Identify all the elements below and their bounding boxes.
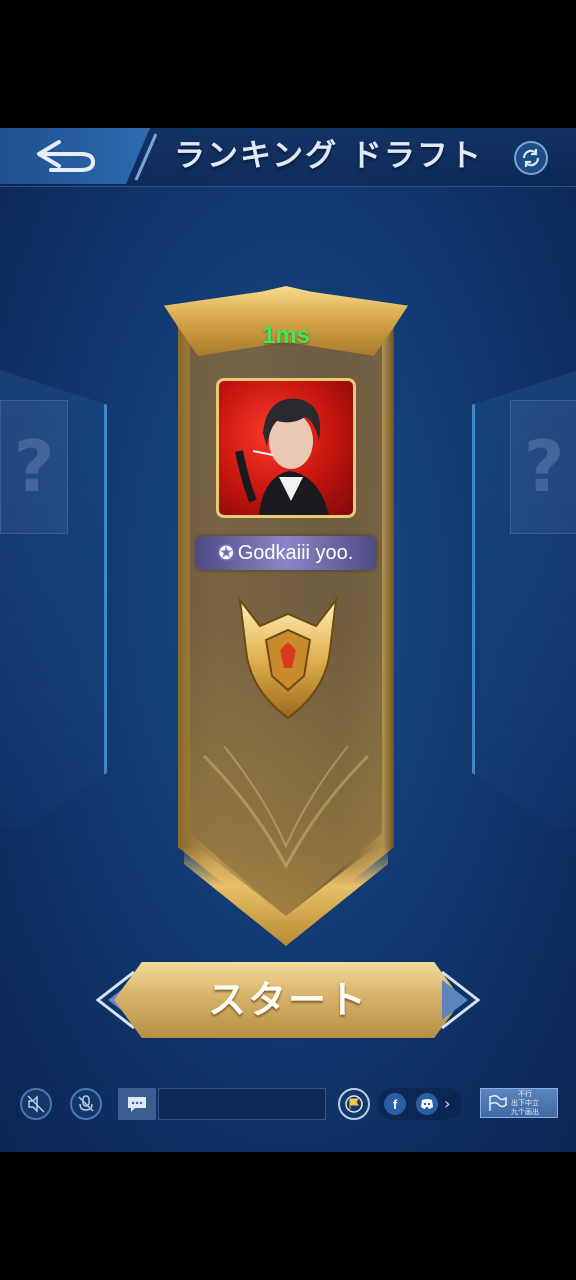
flag-icon — [489, 1094, 507, 1111]
header-divider — [134, 133, 158, 181]
start-button-label: スタート — [207, 977, 368, 1022]
chat-input[interactable] — [158, 1088, 326, 1120]
report-label: 不行 出下中立 九个画出 — [511, 1089, 539, 1116]
more-links-button[interactable]: › — [444, 1094, 450, 1113]
facebook-icon: f — [392, 1096, 398, 1112]
question-mark: ? — [13, 426, 55, 508]
refresh-button[interactable] — [514, 141, 548, 175]
flag-badge-button[interactable] — [338, 1088, 370, 1120]
refresh-icon — [522, 149, 540, 167]
player-avatar[interactable] — [216, 378, 356, 518]
speaker-toggle[interactable] — [20, 1088, 52, 1120]
rank-emblem-icon — [238, 596, 338, 720]
star-icon: ✪ — [218, 542, 234, 563]
chat-button[interactable] — [118, 1088, 156, 1120]
back-arrow-icon — [37, 140, 96, 172]
report-button[interactable]: 不行 出下中立 九个画出 — [480, 1088, 558, 1118]
social-links: f › — [378, 1088, 462, 1120]
left-empty-slot: ? — [0, 400, 68, 534]
start-button[interactable]: スタート — [94, 962, 482, 1038]
mic-muted-icon — [78, 1095, 94, 1112]
chevron-right-icon — [441, 970, 481, 1030]
right-empty-slot: ? — [510, 400, 576, 534]
speaker-muted-icon — [27, 1095, 45, 1113]
player-banner: 1ms ✪ Godkaiii yoo. — [164, 286, 408, 952]
ranked-draft-screen: ランキング ドラフト ? ? 1ms ✪ Godkaiii yoo. スタート … — [0, 128, 576, 1152]
banner-ornament — [202, 746, 370, 870]
header-bar: ランキング ドラフト — [0, 128, 576, 187]
microphone-toggle[interactable] — [70, 1088, 102, 1120]
page-title: ランキング ドラフト — [174, 138, 483, 174]
back-button[interactable] — [0, 128, 150, 184]
discord-icon — [421, 1099, 433, 1109]
ping-indicator: 1ms — [261, 322, 311, 349]
discord-button[interactable] — [416, 1093, 438, 1115]
player-name: Godkaiii yoo. — [237, 541, 354, 564]
chat-bubble-icon — [128, 1097, 146, 1112]
facebook-button[interactable]: f — [384, 1093, 406, 1115]
player-name-plate: ✪ Godkaiii yoo. — [196, 536, 376, 570]
flag-badge-icon — [345, 1095, 363, 1113]
question-mark: ? — [523, 426, 565, 508]
bottom-toolbar: f › 不行 出下中立 九个画出 — [0, 1078, 576, 1138]
avatar-portrait — [235, 398, 329, 515]
